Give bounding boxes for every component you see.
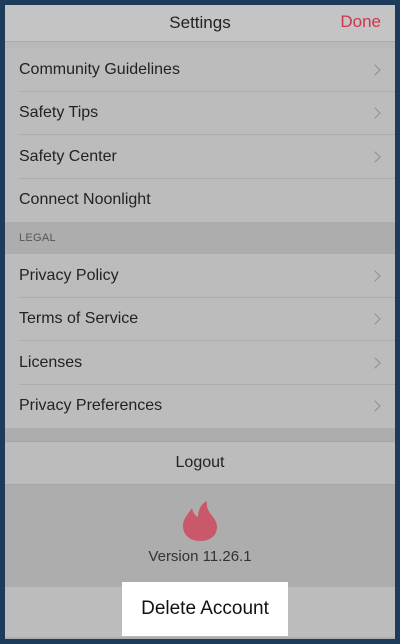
row-privacy-policy[interactable]: Privacy Policy bbox=[5, 254, 395, 298]
legal-list: Privacy Policy Terms of Service Licenses… bbox=[5, 254, 395, 428]
row-label: Safety Tips bbox=[19, 104, 99, 122]
page-title: Settings bbox=[169, 13, 231, 32]
delete-account-button[interactable]: Delete Account bbox=[122, 582, 288, 636]
chevron-right-icon bbox=[369, 313, 381, 325]
chevron-right-icon bbox=[369, 151, 381, 163]
section-label: LEGAL bbox=[19, 232, 56, 244]
row-safety-tips[interactable]: Safety Tips bbox=[5, 92, 395, 136]
row-label: Privacy Policy bbox=[19, 266, 119, 284]
settings-screen: Settings Done Community Guidelines Safet… bbox=[5, 5, 395, 639]
logout-label: Logout bbox=[175, 454, 225, 471]
row-label: Terms of Service bbox=[19, 310, 139, 328]
section-gap bbox=[5, 428, 395, 441]
general-list: Community Guidelines Safety Tips Safety … bbox=[5, 48, 395, 222]
row-terms-of-service[interactable]: Terms of Service bbox=[5, 298, 395, 342]
legal-section-header: LEGAL bbox=[5, 222, 395, 254]
chevron-right-icon bbox=[369, 270, 381, 282]
row-label: Licenses bbox=[19, 353, 83, 371]
logout-button[interactable]: Logout bbox=[5, 441, 395, 485]
row-safety-center[interactable]: Safety Center bbox=[5, 135, 395, 179]
row-community-guidelines[interactable]: Community Guidelines bbox=[5, 48, 395, 92]
nav-header: Settings Done bbox=[5, 5, 395, 42]
app-version: Version 11.26.1 bbox=[148, 548, 252, 565]
row-label: Safety Center bbox=[19, 147, 117, 165]
row-privacy-preferences[interactable]: Privacy Preferences bbox=[5, 385, 395, 429]
row-connect-noonlight[interactable]: Connect Noonlight bbox=[5, 179, 395, 223]
screenshot-frame: Settings Done Community Guidelines Safet… bbox=[0, 0, 400, 644]
chevron-right-icon bbox=[369, 107, 381, 119]
chevron-right-icon bbox=[369, 400, 381, 412]
row-label: Community Guidelines bbox=[19, 60, 180, 78]
done-button[interactable]: Done bbox=[340, 12, 381, 32]
row-label: Connect Noonlight bbox=[19, 191, 151, 209]
tinder-flame-icon bbox=[183, 501, 217, 541]
chevron-right-icon bbox=[369, 357, 381, 369]
row-licenses[interactable]: Licenses bbox=[5, 341, 395, 385]
row-label: Privacy Preferences bbox=[19, 397, 163, 415]
chevron-right-icon bbox=[369, 64, 381, 76]
